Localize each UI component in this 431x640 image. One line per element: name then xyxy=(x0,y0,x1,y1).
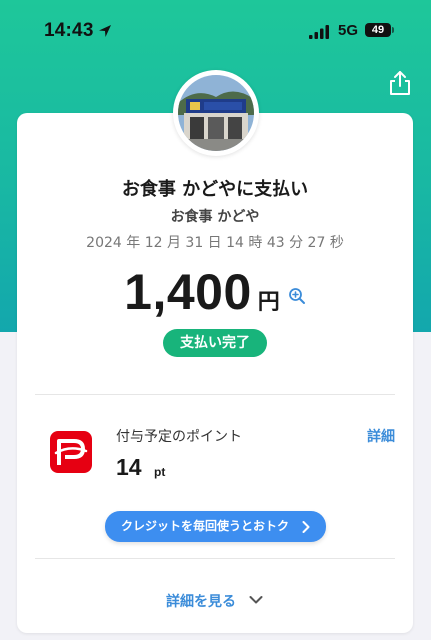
status-badge: 支払い完了 xyxy=(163,329,267,357)
chevron-right-icon xyxy=(302,521,310,533)
chevron-down-icon[interactable] xyxy=(249,595,263,605)
status-time: 14:43 xyxy=(44,20,94,41)
credit-promo-banner[interactable]: クレジットを毎回使うとおトク xyxy=(105,511,326,542)
share-icon[interactable] xyxy=(388,70,412,96)
payment-title: お食事 かどやに支払い xyxy=(121,179,309,200)
paypay-logo xyxy=(50,431,92,473)
points-unit: pt xyxy=(154,465,166,479)
see-details-button[interactable]: 詳細を見る xyxy=(166,591,236,611)
location-arrow-icon xyxy=(99,25,111,37)
status-bar: 14:43 5G 49 xyxy=(0,0,431,62)
points-value: 14 xyxy=(116,454,142,480)
payment-card: お食事 かどやに支払い お食事 かどや 2024 年 12 月 31 日 14 … xyxy=(17,113,413,633)
storefront-photo xyxy=(178,75,254,151)
network-type: 5G xyxy=(338,22,359,39)
divider xyxy=(35,558,395,559)
merchant-name: お食事 かどや xyxy=(170,209,260,225)
amount-row: 1,400 円 xyxy=(17,263,413,320)
currency-label: 円 xyxy=(257,290,280,315)
points-label: 付与予定のポイント xyxy=(116,429,242,445)
divider xyxy=(35,394,395,395)
battery-icon: 49 xyxy=(365,23,391,37)
battery-tip xyxy=(392,27,394,33)
banner-text: クレジットを毎回使うとおトク xyxy=(121,519,290,533)
payment-datetime: 2024 年 12 月 31 日 14 時 43 分 27 秒 xyxy=(86,235,344,251)
cellular-signal-icon xyxy=(309,25,329,39)
payment-amount: 1,400 xyxy=(124,264,252,320)
zoom-in-icon[interactable] xyxy=(288,287,306,305)
merchant-avatar xyxy=(173,70,259,156)
points-detail-link[interactable]: 詳細 xyxy=(367,426,395,446)
